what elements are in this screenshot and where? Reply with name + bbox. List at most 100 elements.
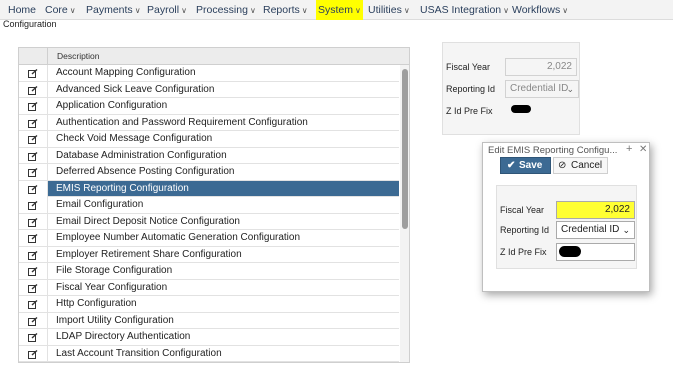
list-item[interactable]: Employer Retirement Share Configuration (19, 246, 399, 263)
list-item[interactable]: Advanced Sick Leave Configuration (19, 81, 399, 98)
nav-item-processing[interactable]: Processing ∨ (194, 0, 258, 20)
edit-cell[interactable] (19, 197, 48, 214)
detail-form: Fiscal Year 2,022 Reporting Id Credentia… (442, 42, 580, 135)
edit-icon[interactable] (28, 201, 38, 210)
list-item[interactable]: Email Configuration (19, 197, 399, 214)
edit-cell[interactable] (19, 279, 48, 296)
edit-cell[interactable] (19, 263, 48, 280)
edit-icon[interactable] (28, 283, 38, 293)
fiscal-year-label: Fiscal Year (446, 62, 491, 72)
list-item[interactable]: Import Utility Configuration (19, 312, 399, 329)
list-item[interactable]: Fiscal Year Configuration (19, 279, 399, 296)
edit-cell[interactable] (19, 329, 48, 346)
list-item[interactable]: Employee Number Automatic Generation Con… (19, 230, 399, 247)
list-item-label: LDAP Directory Authentication (56, 331, 191, 342)
edit-cell[interactable] (19, 164, 48, 181)
list-item-label: Email Direct Deposit Notice Configuratio… (56, 215, 240, 227)
list-item[interactable]: Email Direct Deposit Notice Configuratio… (19, 213, 399, 230)
edit-cell[interactable] (19, 131, 48, 148)
list-item-label: Database Administration Configuration (56, 149, 227, 161)
edit-icon[interactable] (28, 85, 38, 95)
nav-item-system[interactable]: System ∨ (316, 0, 363, 20)
edit-cell[interactable] (19, 81, 48, 98)
fiscal-year-field[interactable]: 2,022 (505, 58, 577, 76)
chevron-down-icon: ∨ (503, 6, 509, 15)
edit-icon[interactable] (28, 316, 38, 326)
list-item[interactable]: Check Void Message Configuration (19, 131, 399, 148)
edit-cell[interactable] (19, 345, 48, 362)
list-item[interactable]: LDAP Directory Authentication (19, 329, 399, 346)
edit-icon[interactable] (28, 69, 38, 78)
list-item[interactable]: Http Configuration (19, 296, 399, 313)
edit-icon[interactable] (28, 102, 38, 111)
edit-icon[interactable] (28, 168, 38, 177)
list-item[interactable]: File Storage Configuration (19, 263, 399, 280)
list-item-label: Authentication and Password Requirement … (56, 116, 308, 128)
nav-item-label: USAS Integration (420, 4, 502, 16)
edit-cell[interactable] (19, 230, 48, 247)
edit-icon[interactable] (28, 234, 38, 243)
edit-cell[interactable] (19, 180, 48, 197)
list-item[interactable]: Account Mapping Configuration (19, 65, 399, 82)
edit-icon[interactable] (28, 267, 38, 276)
dialog-title: Edit EMIS Reporting Configu... (488, 145, 618, 156)
dialog-fiscal-year-input[interactable]: 2,022 (556, 201, 635, 219)
list-item[interactable]: Database Administration Configuration (19, 147, 399, 164)
edit-cell[interactable] (19, 213, 48, 230)
nav-item-core[interactable]: Core ∨ (43, 0, 78, 20)
save-button[interactable]: ✔ Save (500, 157, 551, 174)
nav-item-reports[interactable]: Reports ∨ (261, 0, 310, 20)
list-item[interactable]: Application Configuration (19, 98, 399, 115)
nav-item-usas-integration[interactable]: USAS Integration ∨ (418, 0, 511, 20)
edit-icon[interactable] (28, 184, 38, 194)
edit-cell[interactable] (19, 114, 48, 131)
list-item[interactable]: Authentication and Password Requirement … (19, 114, 399, 131)
list-item-label: Check Void Message Configuration (56, 133, 213, 144)
edit-cell[interactable] (19, 147, 48, 164)
edit-cell[interactable] (19, 246, 48, 263)
edit-cell[interactable] (19, 296, 48, 313)
z-id-prefix-field[interactable] (505, 102, 579, 120)
list-item[interactable]: EMIS Reporting Configuration (19, 180, 399, 197)
chevron-down-icon: ∨ (249, 6, 256, 15)
list-item-label: Last Account Transition Configuration (56, 347, 222, 359)
edit-cell[interactable] (19, 312, 48, 329)
chevron-down-icon: ∨ (134, 6, 141, 15)
scrollbar-thumb[interactable] (402, 69, 408, 229)
nav-item-workflows[interactable]: Workflows ∨ (510, 0, 570, 20)
list-scrollbar[interactable] (400, 65, 409, 362)
reporting-id-select[interactable]: Credential ID ⌄ (505, 80, 579, 98)
chevron-down-icon: ∨ (355, 6, 361, 15)
dialog-form: Fiscal Year 2,022 Reporting Id Credentia… (496, 185, 637, 269)
edit-icon[interactable] (28, 118, 38, 128)
redacted-value (559, 246, 581, 257)
list-item-label: Fiscal Year Configuration (56, 281, 168, 293)
list-item[interactable]: Last Account Transition Configuration (19, 345, 399, 362)
configuration-list: Description Account Mapping Configuratio… (18, 47, 410, 363)
edit-cell[interactable] (19, 98, 48, 115)
nav-item-label: Payroll (147, 4, 180, 16)
edit-icon[interactable] (28, 250, 38, 260)
plus-icon[interactable]: + (626, 143, 632, 155)
nav-item-home[interactable]: Home (6, 0, 38, 20)
cancel-button[interactable]: ⊘ Cancel (553, 157, 608, 174)
chevron-down-icon: ⌄ (622, 225, 630, 235)
edit-icon[interactable] (28, 135, 38, 144)
nav-item-payroll[interactable]: Payroll ∨ (145, 0, 189, 20)
list-item[interactable]: Deferred Absence Posting Configuration (19, 164, 399, 181)
edit-icon[interactable] (28, 300, 38, 309)
nav-item-utilities[interactable]: Utilities ∨ (366, 0, 412, 20)
close-icon[interactable]: ✕ (639, 144, 647, 155)
dialog-reporting-id-select[interactable]: Credential ID ⌄ (556, 221, 635, 239)
description-column-header[interactable]: Description (57, 51, 100, 61)
edit-cell[interactable] (19, 65, 48, 82)
z-id-prefix-label: Z Id Pre Fix (446, 106, 493, 116)
edit-icon[interactable] (28, 151, 38, 161)
edit-icon[interactable] (28, 217, 38, 227)
edit-icon[interactable] (28, 349, 38, 359)
nav-item-payments[interactable]: Payments ∨ (84, 0, 143, 20)
edit-dialog: Edit EMIS Reporting Configu... + ✕ ✔ Sav… (482, 142, 650, 292)
list-item-label: Email Configuration (56, 199, 144, 210)
list-item-label: Deferred Absence Posting Configuration (56, 166, 235, 177)
edit-icon[interactable] (28, 333, 38, 342)
